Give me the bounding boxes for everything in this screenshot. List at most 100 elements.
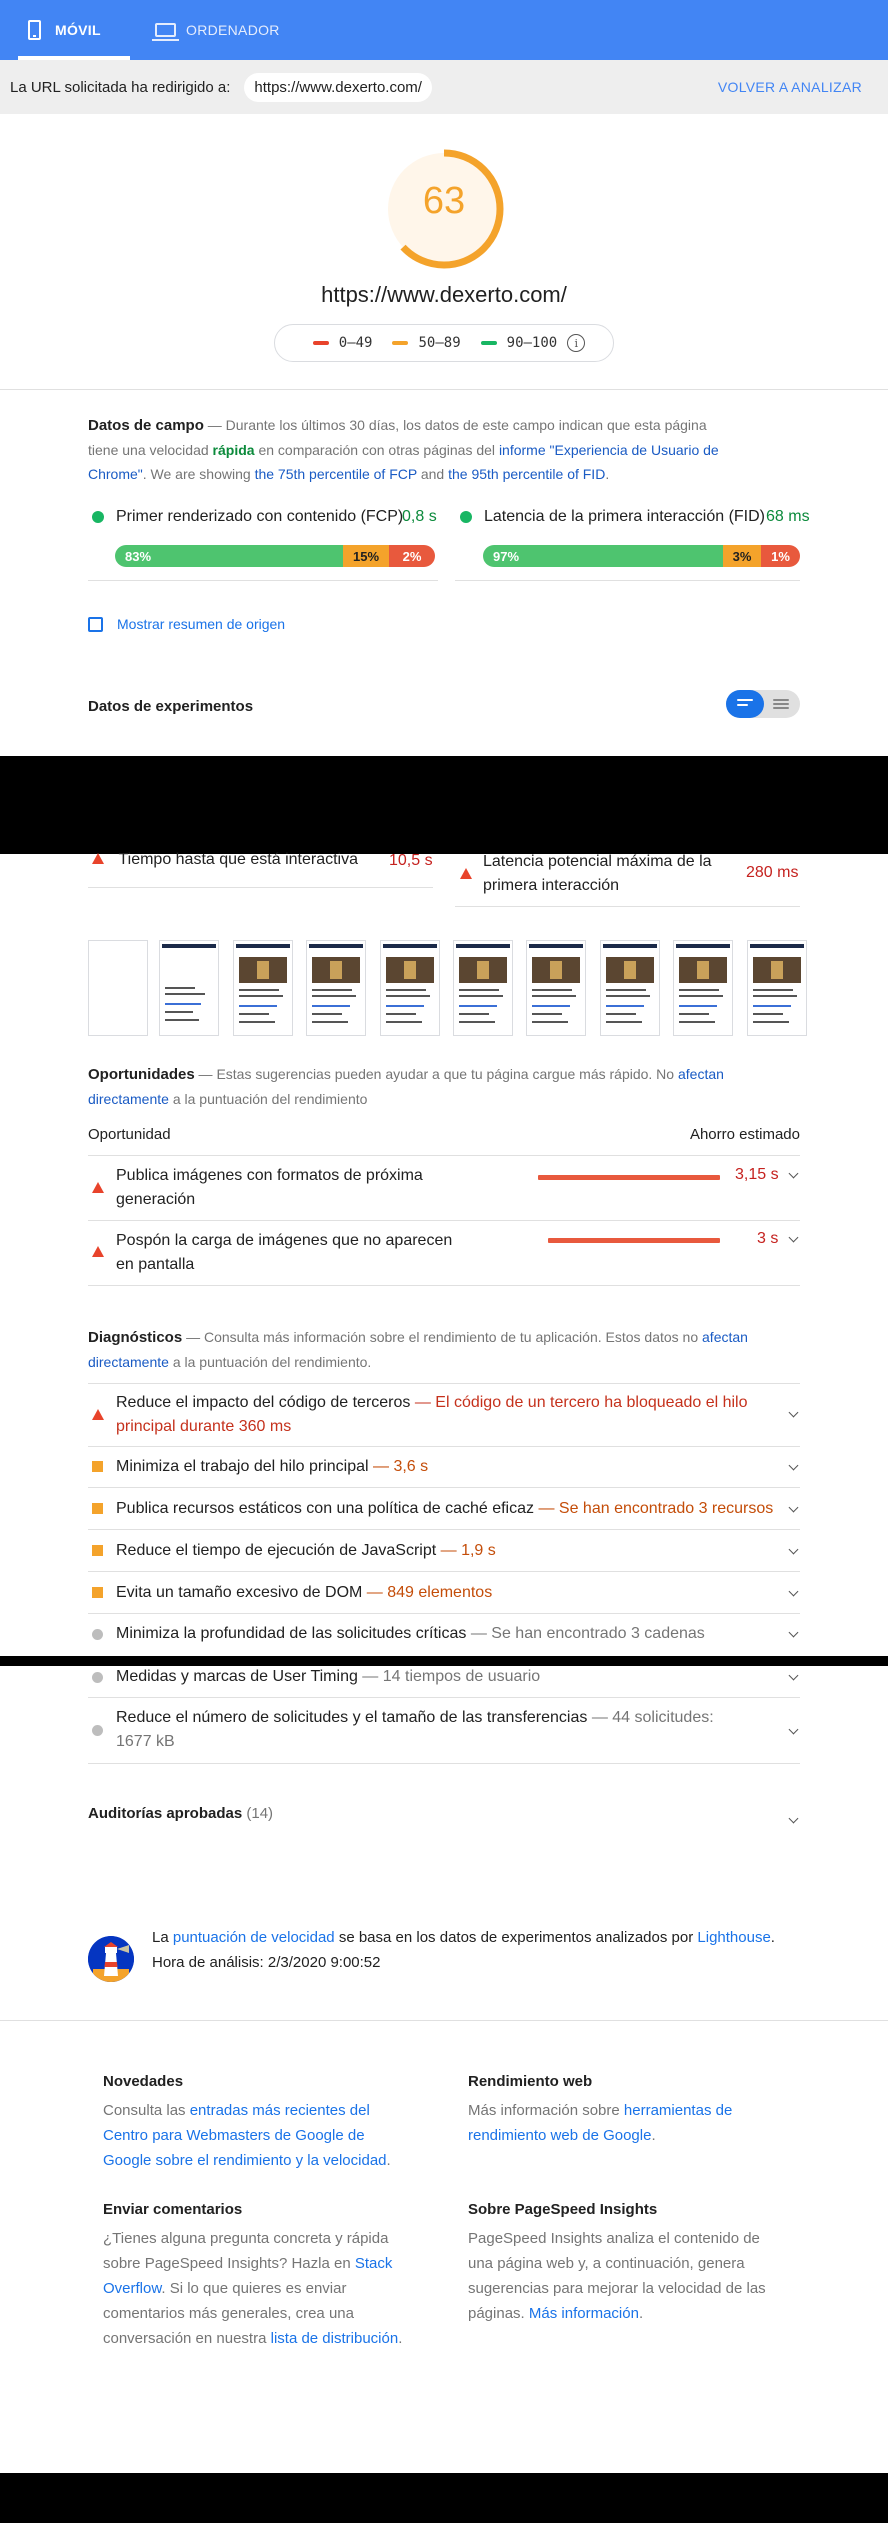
opportunities-description: Oportunidades — Estas sugerencias pueden… [88,1066,724,1107]
fid-fast-segment: 97% [483,545,723,567]
filmstrip-frame [306,940,366,1036]
fcp-metric: Primer renderizado con contenido (FCP) [92,508,403,526]
fid-percentile-link[interactable]: the 95th percentile of FID [448,466,605,482]
filmstrip-frame [88,940,148,1036]
chevron-down-icon[interactable] [788,1502,799,1513]
fcp-percentile-link[interactable]: the 75th percentile of FCP [255,466,417,482]
divider [455,580,800,581]
legend-item-fail: 0–49 [312,335,373,351]
metrics-view-toggle[interactable] [726,690,800,718]
divider [88,1383,800,1384]
tti-value: 10,5 s [389,852,433,869]
divider [88,1613,800,1614]
fail-triangle-icon [460,868,472,879]
divider [88,1697,800,1698]
fail-triangle-icon [92,1182,104,1193]
divider [88,1529,800,1530]
footer-feedback-text: ¿Tienes alguna pregunta concreta y rápid… [103,2230,403,2347]
info-circle-icon [92,1725,103,1736]
info-circle-icon [92,1629,103,1640]
max-fid-value: 280 ms [746,864,799,881]
fid-value: 68 ms [766,508,810,525]
reanalyze-button[interactable]: VOLVER A ANALIZAR [718,79,862,95]
phone-icon [28,20,41,40]
checkbox[interactable] [88,616,103,632]
tab-desktop[interactable]: ORDENADOR [152,0,280,60]
savings-column-header: Ahorro estimado [689,1126,800,1143]
legend-range: 50–89 [418,335,461,351]
filmstrip-frame [159,940,219,1036]
chevron-down-icon[interactable] [788,1586,799,1597]
legend-swatch [312,341,329,345]
divider [88,1487,800,1488]
redirect-label: La URL solicitada ha redirigido a: [10,78,231,96]
savings-value: 3 s [757,1230,779,1247]
lighthouse-link[interactable]: Lighthouse [697,1929,770,1946]
diagnostic-text: Minimiza el trabajo del hilo principal —… [116,1458,429,1475]
chevron-down-icon[interactable] [788,1460,799,1471]
opportunity-column-header: Oportunidad [88,1126,171,1143]
opportunity-title: Pospón la carga de imágenes que no apare… [116,1232,453,1273]
redirect-url: https://www.dexerto.com/ [244,72,432,102]
average-square-icon [92,1503,103,1514]
chevron-down-icon[interactable] [788,1724,799,1735]
chevron-down-icon[interactable] [788,1544,799,1555]
fid-slow-segment: 1% [761,545,800,567]
tab-mobile[interactable]: MÓVIL [28,0,101,60]
pass-dot-icon [92,511,104,523]
chevron-down-icon[interactable] [788,1627,799,1638]
legend-range: 0–49 [338,335,373,351]
compact-view-icon [737,699,753,701]
score-legend: 0–49 50–89 90–100 i [274,324,614,362]
origin-summary-toggle[interactable]: Mostrar resumen de origen [88,616,285,632]
passed-audits-count: (14) [246,1805,274,1822]
fid-label: Latencia de la primera interacción (FID) [484,508,766,525]
more-info-link[interactable]: Más información [529,2305,639,2322]
opportunities-title: Oportunidades [88,1066,195,1083]
max-fid-label: Latencia potencial máxima de la primera … [483,853,712,894]
filmstrip-frame [380,940,440,1036]
fcp-fast-segment: 83% [115,545,343,567]
passed-audits-toggle[interactable]: Auditorías aprobadas (14) [88,1805,273,1822]
speed-score-link[interactable]: puntuación de velocidad [173,1929,335,1946]
analysis-time: Hora de análisis: 2/3/2020 9:00:52 [152,1954,381,1971]
filmstrip-frame [600,940,660,1036]
legend-swatch [392,341,409,345]
info-circle-icon [92,1672,103,1683]
speed-category: rápida [212,442,255,458]
footer-feedback-title: Enviar comentarios [103,2201,243,2218]
mailing-list-link[interactable]: lista de distribución [271,2330,399,2347]
legend-swatch [480,341,497,345]
diagnostic-text: Publica recursos estáticos con una polít… [116,1500,774,1517]
divider [88,1220,800,1221]
fail-triangle-icon [92,1246,104,1257]
footer-web-title: Rendimiento web [468,2073,593,2090]
score-value: 63 [422,180,466,222]
diagnostic-text: Evita un tamaño excesivo de DOM — 849 el… [116,1584,493,1601]
redirect-bar: La URL solicitada ha redirigido a: https… [0,60,888,114]
divider [88,887,433,888]
origin-summary-label: Mostrar resumen de origen [117,616,286,632]
chevron-down-icon[interactable] [788,1168,799,1179]
divider [0,2020,888,2021]
divider [455,906,800,907]
diagnostic-text: Reduce el impacto del código de terceros… [116,1394,748,1435]
chevron-down-icon[interactable] [788,1813,799,1824]
divider [88,1571,800,1572]
fid-metric: Latencia de la primera interacción (FID) [460,508,765,526]
average-square-icon [92,1461,103,1472]
laptop-icon [152,23,179,41]
filmstrip-frame [526,940,586,1036]
legend-item-average: 50–89 [392,335,461,351]
list-view-icon [773,699,789,701]
chevron-down-icon[interactable] [788,1670,799,1681]
filmstrip-frame [233,940,293,1036]
info-icon[interactable]: i [567,334,586,352]
tti-label: Tiempo hasta que está interactiva [118,851,358,868]
footer-about-title: Sobre PageSpeed Insights [468,2201,658,2218]
chevron-down-icon[interactable] [788,1232,799,1243]
chevron-down-icon[interactable] [788,1407,799,1418]
average-square-icon [92,1587,103,1598]
footer-about-text: PageSpeed Insights analiza el contenido … [468,2230,766,2322]
divider [88,1155,800,1156]
